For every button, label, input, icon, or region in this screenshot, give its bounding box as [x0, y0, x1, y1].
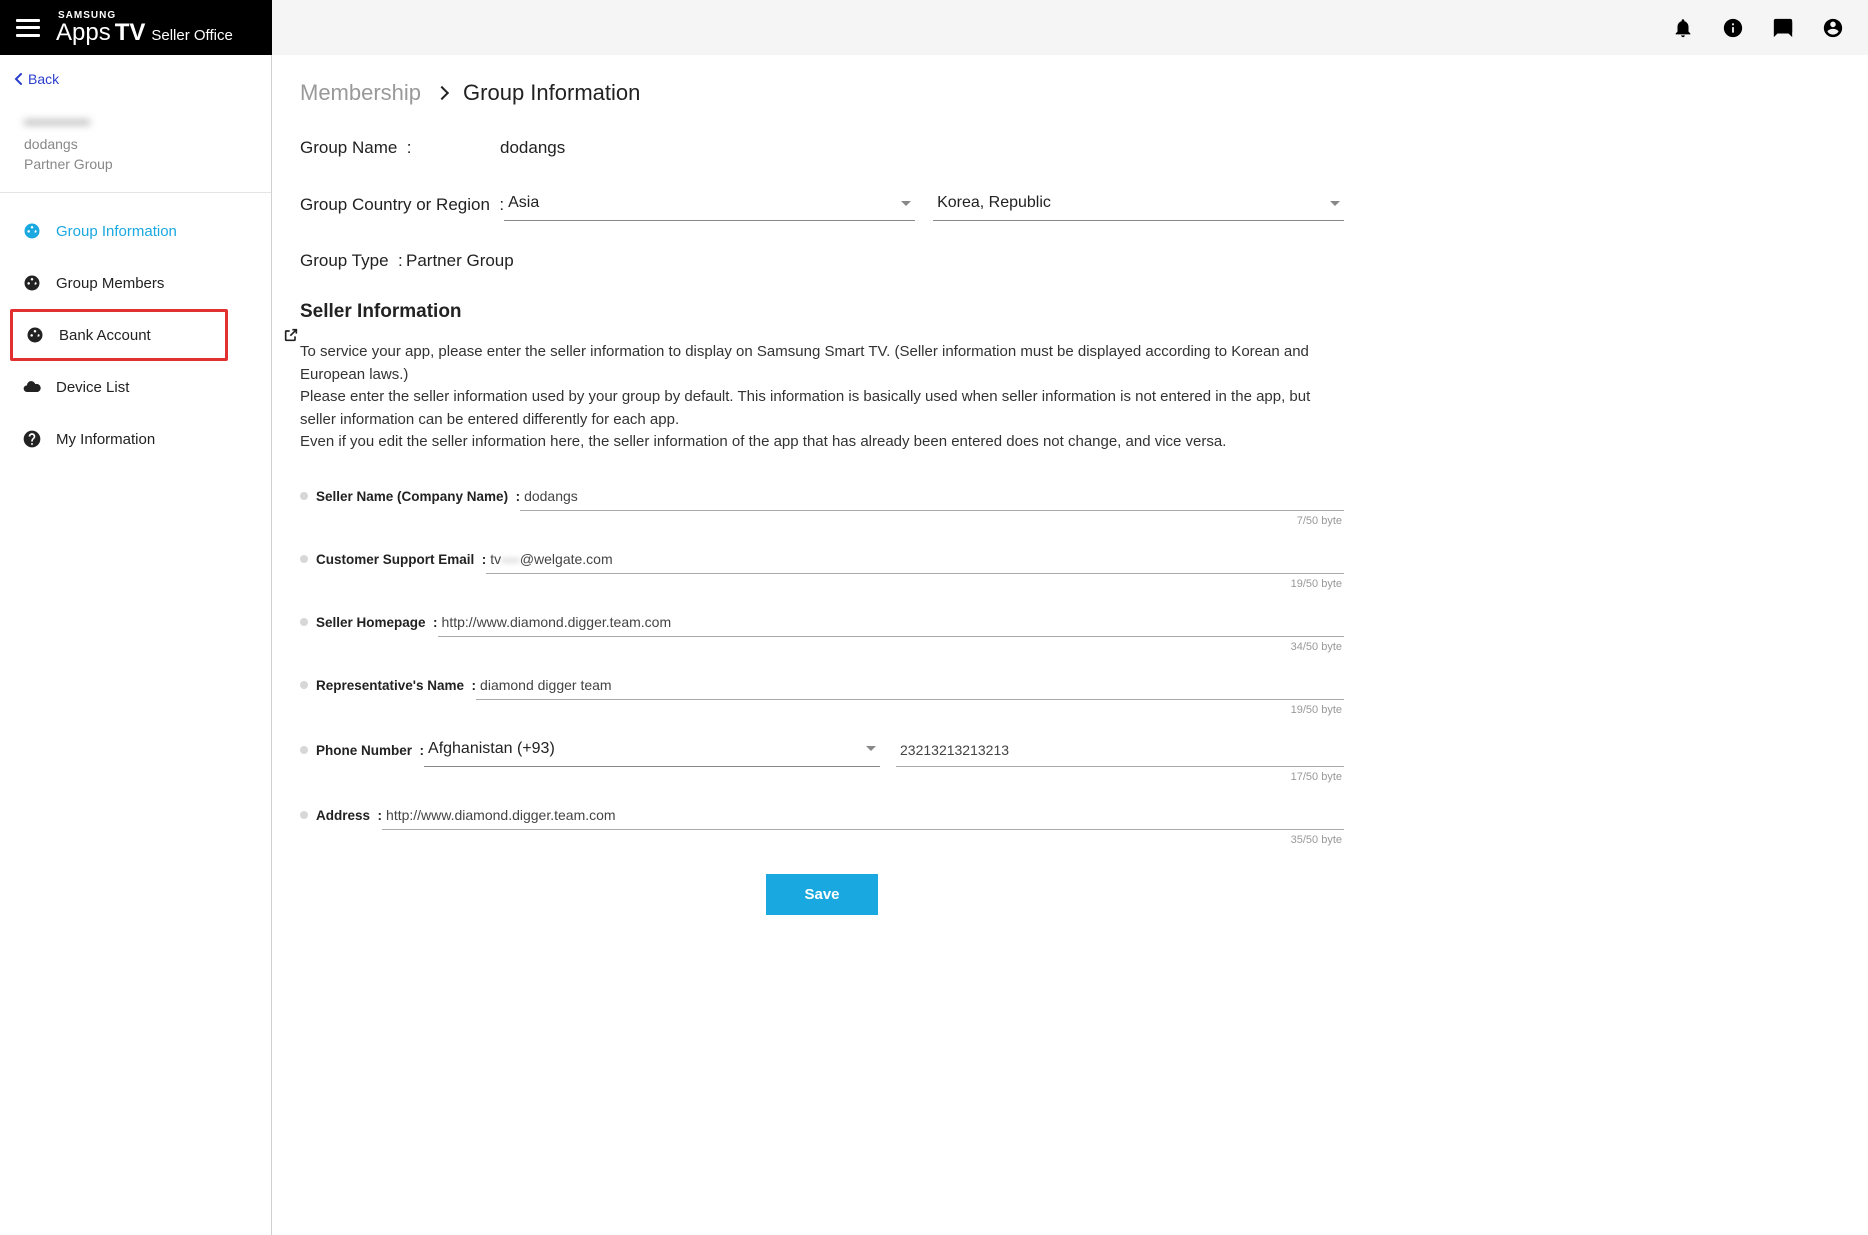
main-content: Membership Group Information Group Name …: [272, 0, 1372, 1235]
address-row: Address :: [300, 801, 1344, 830]
user-name: -----------: [24, 111, 247, 132]
nav-device-list[interactable]: Device List: [0, 361, 271, 413]
seller-info-title: Seller Information: [300, 301, 1344, 323]
phone-country-value: Afghanistan (+93): [428, 740, 555, 758]
info-icon[interactable]: [1722, 17, 1744, 39]
chevron-right-icon: [435, 86, 449, 100]
seller-name-label: Seller Name (Company Name): [316, 489, 508, 504]
address-label: Address: [316, 808, 370, 823]
brand-apps: Apps: [56, 21, 111, 45]
breadcrumb-parent[interactable]: Membership: [300, 80, 421, 106]
dashboard-icon: [25, 325, 45, 345]
region-value: Asia: [508, 194, 539, 212]
topbar-left: SAMSUNG AppsTV Seller Office: [0, 0, 272, 55]
bullet-icon: [300, 492, 308, 500]
breadcrumb: Membership Group Information: [300, 80, 1344, 106]
topbar: SAMSUNG AppsTV Seller Office: [0, 0, 1868, 55]
nav-label: Group Information: [56, 223, 177, 240]
support-email-label: Customer Support Email: [316, 552, 474, 567]
address-input[interactable]: [382, 801, 1344, 830]
seller-name-bytes: 7/50 byte: [300, 515, 1344, 527]
bullet-icon: [300, 811, 308, 819]
bullet-icon: [300, 555, 308, 563]
bullet-icon: [300, 746, 308, 754]
account-icon[interactable]: [1822, 17, 1844, 39]
back-link[interactable]: Back: [0, 55, 271, 103]
dashboard-icon: [22, 273, 42, 293]
seller-name-input[interactable]: [520, 482, 1344, 511]
nav-group-information[interactable]: Group Information: [0, 205, 271, 257]
dashboard-icon: [22, 221, 42, 241]
group-type-label: Group Type: [300, 251, 389, 270]
brand-seller-office: Seller Office: [151, 28, 232, 43]
group-name-label: Group Name: [300, 138, 397, 157]
chevron-down-icon: [901, 201, 911, 206]
nav-label: Group Members: [56, 275, 164, 292]
cloud-icon: [22, 377, 42, 397]
group-type-row: Group Type : Partner Group: [300, 251, 1344, 271]
seller-info-description: To service your app, please enter the se…: [300, 341, 1344, 454]
group-country-label: Group Country or Region: [300, 195, 490, 214]
brand-tv: TV: [115, 21, 146, 45]
nav-bank-account[interactable]: Bank Account: [10, 309, 228, 361]
user-block: ----------- dodangs Partner Group: [0, 103, 271, 193]
group-name-value: dodangs: [500, 138, 565, 158]
save-button[interactable]: Save: [766, 874, 877, 915]
seller-name-row: Seller Name (Company Name) :: [300, 482, 1344, 511]
sidebar: Back ----------- dodangs Partner Group G…: [0, 0, 272, 1235]
representative-input[interactable]: [476, 671, 1344, 700]
phone-bytes: 17/50 byte: [300, 771, 1344, 783]
bullet-icon: [300, 681, 308, 689]
representative-bytes: 19/50 byte: [300, 704, 1344, 716]
representative-row: Representative's Name :: [300, 671, 1344, 700]
support-email-input[interactable]: tv----@welgate.com: [486, 545, 1344, 574]
topbar-right: [272, 0, 1868, 55]
phone-row: Phone Number : Afghanistan (+93): [300, 734, 1344, 767]
seller-homepage-row: Seller Homepage :: [300, 608, 1344, 637]
nav-label: Device List: [56, 379, 129, 396]
phone-label: Phone Number: [316, 743, 412, 758]
region-select[interactable]: Asia: [504, 188, 915, 221]
nav-label: Bank Account: [59, 327, 151, 344]
nav-my-information[interactable]: My Information: [0, 413, 271, 465]
seller-homepage-input[interactable]: [438, 608, 1344, 637]
seller-homepage-label: Seller Homepage: [316, 615, 426, 630]
external-link-icon: [283, 327, 299, 343]
address-bytes: 35/50 byte: [300, 834, 1344, 846]
nav-label: My Information: [56, 431, 155, 448]
support-email-bytes: 19/50 byte: [300, 578, 1344, 590]
help-icon: [22, 429, 42, 449]
breadcrumb-current: Group Information: [463, 80, 640, 106]
country-value: Korea, Republic: [937, 194, 1051, 212]
support-email-row: Customer Support Email : tv----@welgate.…: [300, 545, 1344, 574]
back-label: Back: [28, 71, 59, 87]
user-group: dodangs: [24, 136, 247, 152]
chevron-down-icon: [1330, 201, 1340, 206]
nav-group-members[interactable]: Group Members: [0, 257, 271, 309]
group-type-value: Partner Group: [406, 251, 514, 271]
chevron-down-icon: [866, 746, 876, 751]
country-select[interactable]: Korea, Republic: [933, 188, 1344, 221]
hamburger-menu-icon[interactable]: [16, 19, 40, 37]
brand-logo[interactable]: SAMSUNG AppsTV Seller Office: [56, 11, 233, 45]
representative-label: Representative's Name: [316, 678, 464, 693]
group-country-row: Group Country or Region : Asia Korea, Re…: [300, 188, 1344, 221]
sidebar-nav: Group Information Group Members Bank Acc…: [0, 193, 271, 477]
chat-icon[interactable]: [1772, 17, 1794, 39]
bullet-icon: [300, 618, 308, 626]
notifications-icon[interactable]: [1672, 17, 1694, 39]
group-name-row: Group Name : dodangs: [300, 138, 1344, 158]
user-group-type: Partner Group: [24, 156, 247, 172]
seller-homepage-bytes: 34/50 byte: [300, 641, 1344, 653]
phone-country-select[interactable]: Afghanistan (+93): [424, 734, 880, 767]
phone-number-input[interactable]: [896, 734, 1344, 767]
